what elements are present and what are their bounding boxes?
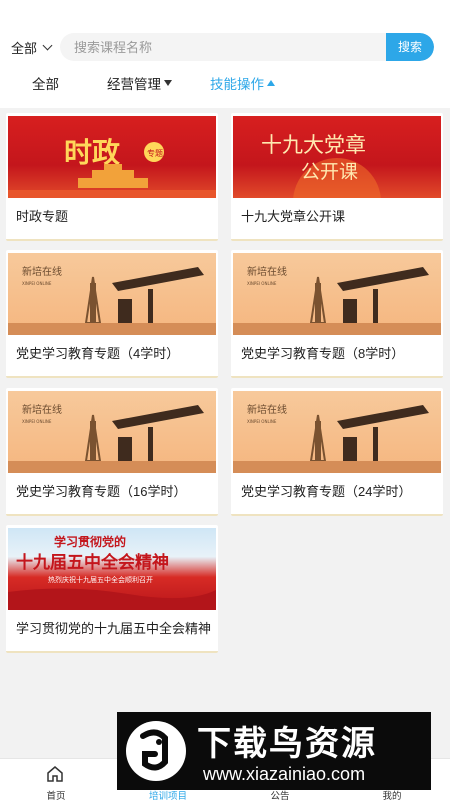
- course-card[interactable]: 新培在线 XINPEI ONLINE 党史学习教育专题（8学时）: [231, 250, 443, 378]
- course-card[interactable]: 时政 专题 时政专题: [6, 113, 218, 241]
- course-card[interactable]: 新培在线 XINPEI ONLINE 党史学习教育专题（16学时）: [6, 388, 218, 516]
- thumb-subtitle: 公开课: [301, 161, 358, 183]
- course-title: 时政专题: [16, 209, 69, 224]
- course-thumbnail: 新培在线 XINPEI ONLINE: [8, 391, 216, 473]
- tab-management[interactable]: 经营管理: [107, 73, 172, 93]
- thumb-title: 学习贯彻党的: [54, 534, 126, 549]
- course-card[interactable]: 学习贯彻党的 十九届五中全会精神 热烈庆祝十九届五中全会顺利召开 学习贯彻党的十…: [6, 525, 218, 653]
- course-title: 党史学习教育专题（24学时）: [241, 484, 412, 499]
- bird-logo-icon: [126, 721, 186, 781]
- course-thumbnail: 新培在线 XINPEI ONLINE: [233, 391, 441, 473]
- course-title: 党史学习教育专题（4学时）: [16, 346, 180, 361]
- search-bar: 搜索: [60, 33, 434, 61]
- course-title: 党史学习教育专题（16学时）: [16, 484, 187, 499]
- course-thumbnail: 新培在线 XINPEI ONLINE: [233, 253, 441, 335]
- thumb-title: 新培在线: [22, 403, 62, 416]
- chevron-down-icon: [42, 40, 53, 51]
- course-card[interactable]: 新培在线 XINPEI ONLINE 党史学习教育专题（4学时）: [6, 250, 218, 378]
- course-thumbnail: 新培在线 XINPEI ONLINE: [8, 253, 216, 335]
- course-title: 党史学习教育专题（8学时）: [241, 346, 405, 361]
- thumb-caption: 热烈庆祝十九届五中全会顺利召开: [48, 575, 153, 584]
- tab-label: 全部: [32, 77, 59, 92]
- course-card[interactable]: 十九大党章 公开课 十九大党章公开课: [231, 113, 443, 241]
- course-title: 十九大党章公开课: [241, 209, 346, 224]
- thumb-subtitle: XINPEI ONLINE: [247, 281, 277, 286]
- thumb-title: 十九大党章: [261, 133, 366, 157]
- tab-skills[interactable]: 技能操作: [210, 73, 275, 93]
- thumb-title: 新培在线: [247, 265, 287, 278]
- watermark-text: 下载鸟资源: [197, 725, 377, 763]
- thumb-subtitle: 专题: [147, 148, 163, 158]
- thumb-subtitle: 十九届五中全会精神: [16, 552, 169, 573]
- tab-label: 首页: [46, 791, 66, 800]
- course-card[interactable]: 新培在线 XINPEI ONLINE 党史学习教育专题（24学时）: [231, 388, 443, 516]
- home-icon: [47, 766, 63, 782]
- course-thumbnail: 时政 专题: [8, 116, 216, 198]
- thumb-title: 新培在线: [22, 265, 62, 278]
- tab-home[interactable]: 首页: [0, 759, 112, 800]
- tab-all[interactable]: 全部: [32, 73, 59, 93]
- course-thumbnail: 学习贯彻党的 十九届五中全会精神 热烈庆祝十九届五中全会顺利召开: [8, 528, 216, 610]
- filter-tabs: 全部 经营管理 技能操作: [0, 73, 450, 97]
- search-button[interactable]: 搜索: [386, 33, 434, 61]
- thumb-subtitle: XINPEI ONLINE: [22, 281, 52, 286]
- tab-label: 经营管理: [107, 77, 161, 92]
- thumb-subtitle: XINPEI ONLINE: [22, 419, 52, 424]
- scope-dropdown[interactable]: 全部: [11, 38, 53, 57]
- tab-label: 技能操作: [210, 77, 264, 92]
- watermark-url: www.xiazainiao.com: [203, 764, 366, 784]
- watermark-overlay: 下载鸟资源 www.xiazainiao.com: [117, 712, 431, 790]
- search-input[interactable]: [60, 33, 380, 61]
- thumb-title: 新培在线: [247, 403, 287, 416]
- caret-down-icon: [164, 80, 172, 86]
- scope-label: 全部: [11, 41, 38, 56]
- course-title: 学习贯彻党的十九届五中全会精神: [16, 621, 212, 636]
- thumb-subtitle: XINPEI ONLINE: [247, 419, 277, 424]
- caret-up-icon: [267, 80, 275, 86]
- course-thumbnail: 十九大党章 公开课: [233, 116, 441, 198]
- top-bar: 全部 搜索 全部 经营管理 技能操作: [0, 0, 450, 108]
